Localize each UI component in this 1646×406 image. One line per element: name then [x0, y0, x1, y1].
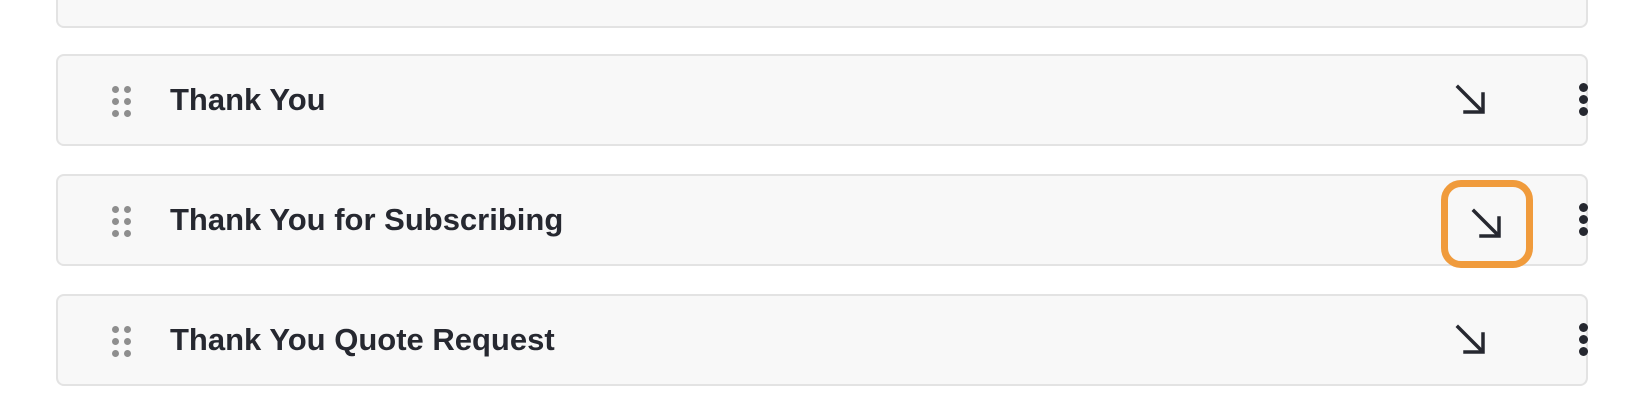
expand-button[interactable] [1446, 315, 1496, 365]
section-list: Thank You Thank You for Subscribing Than… [0, 0, 1646, 406]
list-item[interactable]: Thank You Quote Request [56, 294, 1588, 386]
expand-button[interactable] [1446, 75, 1496, 125]
list-item[interactable]: Thank You [56, 54, 1588, 146]
list-item[interactable]: Thank You for Subscribing [56, 174, 1588, 268]
more-options-button[interactable] [1574, 201, 1594, 239]
drag-handle-icon[interactable] [111, 326, 133, 358]
more-options-button[interactable] [1574, 321, 1594, 359]
list-item-title: Thank You [170, 82, 326, 117]
list-item-title: Thank You for Subscribing [170, 202, 564, 237]
more-options-button[interactable] [1574, 81, 1594, 119]
list-item-partial [56, 0, 1588, 28]
expand-button[interactable] [1441, 180, 1533, 268]
arrow-down-right-icon [1455, 324, 1485, 354]
drag-handle-icon[interactable] [111, 206, 133, 238]
arrow-down-right-icon [1455, 84, 1485, 114]
drag-handle-icon[interactable] [111, 86, 133, 118]
arrow-down-right-icon [1471, 208, 1501, 238]
list-item-title: Thank You Quote Request [170, 322, 555, 357]
